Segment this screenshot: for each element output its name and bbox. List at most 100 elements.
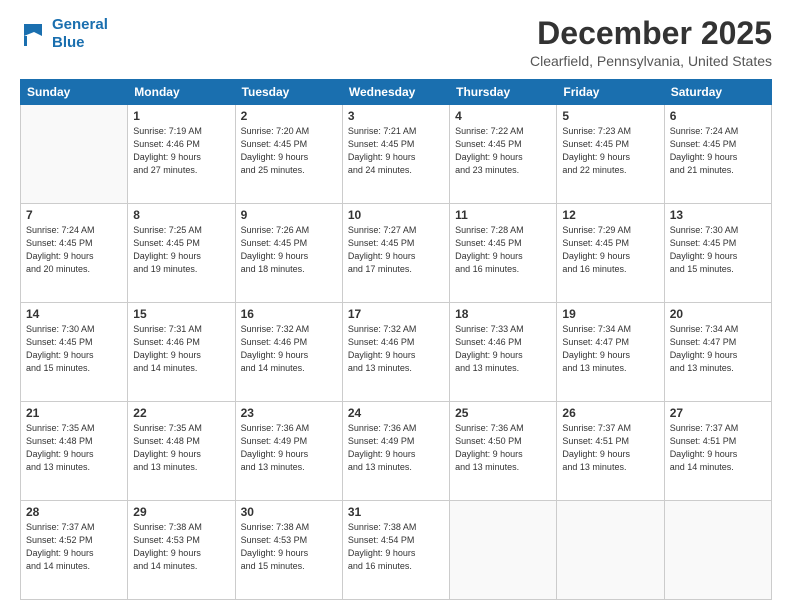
day-cell: 31Sunrise: 7:38 AM Sunset: 4:54 PM Dayli… [342,501,449,600]
day-number: 2 [241,109,337,123]
day-number: 26 [562,406,658,420]
day-info: Sunrise: 7:34 AM Sunset: 4:47 PM Dayligh… [670,323,766,375]
day-cell: 26Sunrise: 7:37 AM Sunset: 4:51 PM Dayli… [557,402,664,501]
day-info: Sunrise: 7:21 AM Sunset: 4:45 PM Dayligh… [348,125,444,177]
day-number: 16 [241,307,337,321]
month-title: December 2025 [530,16,772,51]
day-info: Sunrise: 7:38 AM Sunset: 4:53 PM Dayligh… [241,521,337,573]
day-cell: 14 Sunrise: 7:30 AM Sunset: 4:45 PM Dayli… [21,303,128,402]
day-info: Sunrise: 7:30 AM Sunset: 4:45 PM Dayligh… [670,224,766,276]
weekday-header-monday: Monday [128,80,235,105]
weekday-header-thursday: Thursday [450,80,557,105]
day-number: 29 [133,505,229,519]
day-cell: 12Sunrise: 7:29 AM Sunset: 4:45 PM Dayli… [557,204,664,303]
day-number: 17 [348,307,444,321]
page: General Blue December 2025 Clearfield, P… [0,0,792,612]
day-number: 13 [670,208,766,222]
week-row-4: 28Sunrise: 7:37 AM Sunset: 4:52 PM Dayli… [21,501,772,600]
day-info: Sunrise: 7:38 AM Sunset: 4:53 PM Dayligh… [133,521,229,573]
weekday-header-sunday: Sunday [21,80,128,105]
day-cell: 8 Sunrise: 7:25 AM Sunset: 4:45 PM Daylig… [128,204,235,303]
weekday-header-saturday: Saturday [664,80,771,105]
day-cell: 10 Sunrise: 7:27 AM Sunset: 4:45 PM Dayli… [342,204,449,303]
day-info: Sunrise: 7:35 AM Sunset: 4:48 PM Dayligh… [26,422,122,474]
day-cell: 19 Sunrise: 7:34 AM Sunset: 4:47 PM Dayli… [557,303,664,402]
day-info: Sunrise: 7:24 AM Sunset: 4:45 PM Dayligh… [670,125,766,177]
day-cell: 27 Sunrise: 7:37 AM Sunset: 4:51 PM Dayli… [664,402,771,501]
day-cell: 20 Sunrise: 7:34 AM Sunset: 4:47 PM Dayli… [664,303,771,402]
day-number: 12 [562,208,658,222]
day-number: 8 [133,208,229,222]
weekday-header-tuesday: Tuesday [235,80,342,105]
day-info: Sunrise: 7:33 AM Sunset: 4:46 PM Dayligh… [455,323,551,375]
day-number: 5 [562,109,658,123]
day-info: Sunrise: 7:27 AM Sunset: 4:45 PM Dayligh… [348,224,444,276]
day-number: 22 [133,406,229,420]
day-cell: 13 Sunrise: 7:30 AM Sunset: 4:45 PM Dayli… [664,204,771,303]
day-number: 24 [348,406,444,420]
day-cell: 15 Sunrise: 7:31 AM Sunset: 4:46 PM Dayli… [128,303,235,402]
day-number: 7 [26,208,122,222]
day-info: Sunrise: 7:30 AM Sunset: 4:45 PM Dayligh… [26,323,122,375]
day-number: 14 [26,307,122,321]
day-info: Sunrise: 7:20 AM Sunset: 4:45 PM Dayligh… [241,125,337,177]
day-cell: 29 Sunrise: 7:38 AM Sunset: 4:53 PM Dayli… [128,501,235,600]
day-cell: 2 Sunrise: 7:20 AM Sunset: 4:45 PM Daylig… [235,105,342,204]
day-info: Sunrise: 7:37 AM Sunset: 4:52 PM Dayligh… [26,521,122,573]
day-number: 27 [670,406,766,420]
day-info: Sunrise: 7:31 AM Sunset: 4:46 PM Dayligh… [133,323,229,375]
day-cell: 1Sunrise: 7:19 AM Sunset: 4:46 PM Daylig… [128,105,235,204]
day-info: Sunrise: 7:32 AM Sunset: 4:46 PM Dayligh… [348,323,444,375]
day-info: Sunrise: 7:36 AM Sunset: 4:49 PM Dayligh… [241,422,337,474]
logo-text: General Blue [52,16,108,52]
day-number: 6 [670,109,766,123]
day-info: Sunrise: 7:32 AM Sunset: 4:46 PM Dayligh… [241,323,337,375]
day-info: Sunrise: 7:19 AM Sunset: 4:46 PM Dayligh… [133,125,229,177]
day-number: 10 [348,208,444,222]
week-row-1: 7 Sunrise: 7:24 AM Sunset: 4:45 PM Daylig… [21,204,772,303]
day-info: Sunrise: 7:25 AM Sunset: 4:45 PM Dayligh… [133,224,229,276]
day-number: 3 [348,109,444,123]
day-info: Sunrise: 7:37 AM Sunset: 4:51 PM Dayligh… [670,422,766,474]
week-row-0: 1Sunrise: 7:19 AM Sunset: 4:46 PM Daylig… [21,105,772,204]
day-cell: 25Sunrise: 7:36 AM Sunset: 4:50 PM Dayli… [450,402,557,501]
weekday-header-friday: Friday [557,80,664,105]
day-number: 20 [670,307,766,321]
day-cell [21,105,128,204]
title-area: December 2025 Clearfield, Pennsylvania, … [530,16,772,69]
day-cell [664,501,771,600]
weekday-header-wednesday: Wednesday [342,80,449,105]
day-number: 4 [455,109,551,123]
day-cell: 28Sunrise: 7:37 AM Sunset: 4:52 PM Dayli… [21,501,128,600]
day-number: 18 [455,307,551,321]
day-cell: 4Sunrise: 7:22 AM Sunset: 4:45 PM Daylig… [450,105,557,204]
day-info: Sunrise: 7:26 AM Sunset: 4:45 PM Dayligh… [241,224,337,276]
day-cell [557,501,664,600]
day-number: 30 [241,505,337,519]
day-number: 15 [133,307,229,321]
day-info: Sunrise: 7:35 AM Sunset: 4:48 PM Dayligh… [133,422,229,474]
day-cell: 17 Sunrise: 7:32 AM Sunset: 4:46 PM Dayli… [342,303,449,402]
day-info: Sunrise: 7:38 AM Sunset: 4:54 PM Dayligh… [348,521,444,573]
logo-icon [20,20,48,48]
day-cell: 18 Sunrise: 7:33 AM Sunset: 4:46 PM Dayli… [450,303,557,402]
day-info: Sunrise: 7:34 AM Sunset: 4:47 PM Dayligh… [562,323,658,375]
day-cell: 23 Sunrise: 7:36 AM Sunset: 4:49 PM Dayli… [235,402,342,501]
calendar-table: SundayMondayTuesdayWednesdayThursdayFrid… [20,79,772,600]
header: General Blue December 2025 Clearfield, P… [20,16,772,69]
day-info: Sunrise: 7:23 AM Sunset: 4:45 PM Dayligh… [562,125,658,177]
day-info: Sunrise: 7:24 AM Sunset: 4:45 PM Dayligh… [26,224,122,276]
day-cell: 9Sunrise: 7:26 AM Sunset: 4:45 PM Daylig… [235,204,342,303]
day-number: 21 [26,406,122,420]
week-row-2: 14 Sunrise: 7:30 AM Sunset: 4:45 PM Dayli… [21,303,772,402]
day-cell: 22 Sunrise: 7:35 AM Sunset: 4:48 PM Dayli… [128,402,235,501]
day-number: 19 [562,307,658,321]
day-cell: 11 Sunrise: 7:28 AM Sunset: 4:45 PM Dayli… [450,204,557,303]
day-cell: 21 Sunrise: 7:35 AM Sunset: 4:48 PM Dayli… [21,402,128,501]
day-info: Sunrise: 7:28 AM Sunset: 4:45 PM Dayligh… [455,224,551,276]
day-number: 11 [455,208,551,222]
day-number: 23 [241,406,337,420]
logo: General Blue [20,16,108,52]
week-row-3: 21 Sunrise: 7:35 AM Sunset: 4:48 PM Dayli… [21,402,772,501]
day-info: Sunrise: 7:36 AM Sunset: 4:49 PM Dayligh… [348,422,444,474]
